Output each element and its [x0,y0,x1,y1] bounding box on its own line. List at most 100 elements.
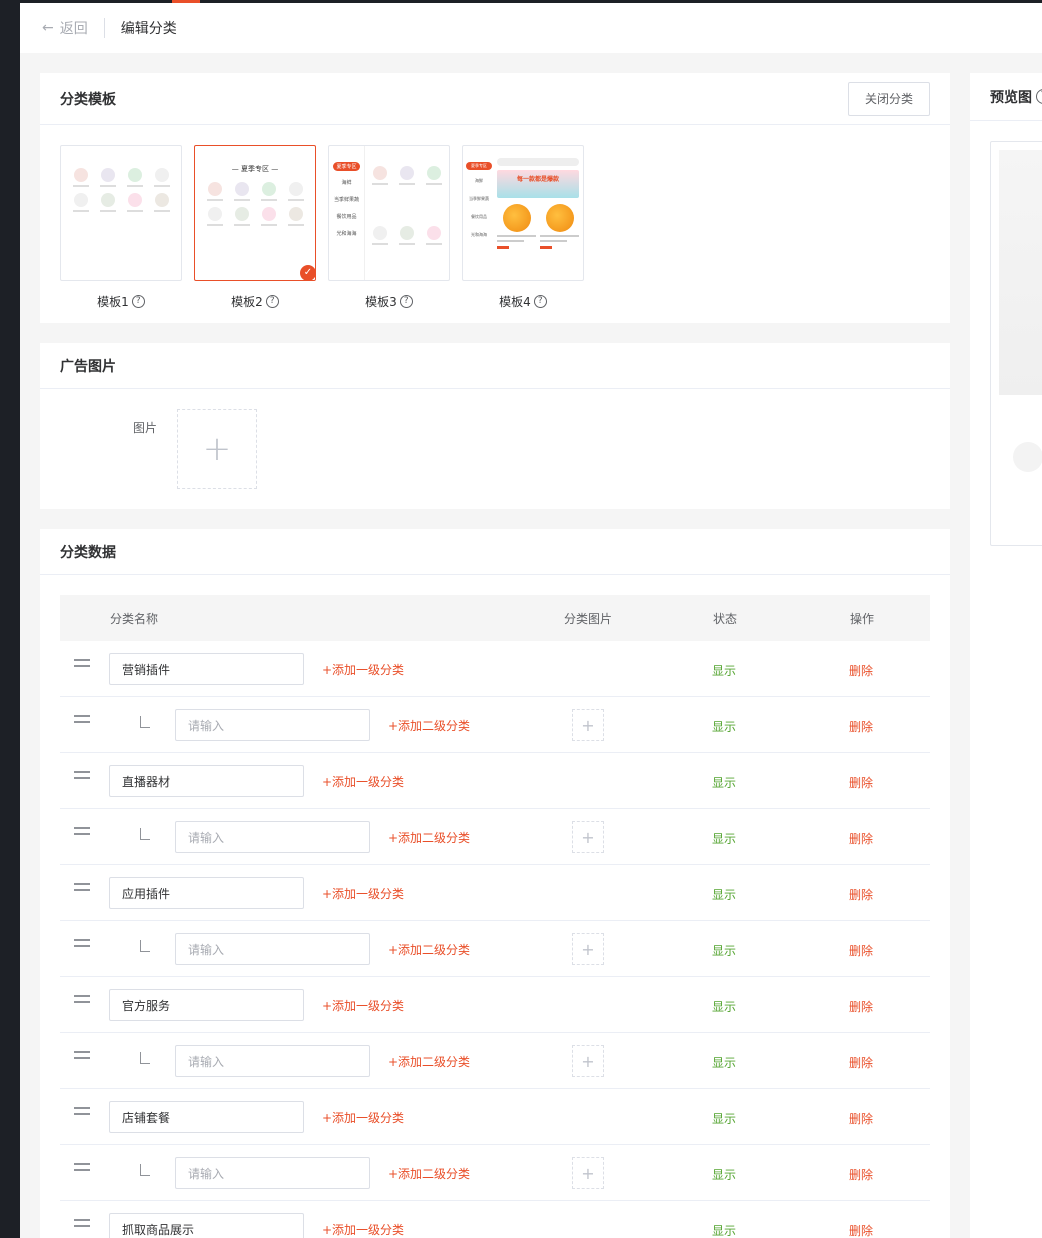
subcategory-corner-icon [140,940,150,952]
status-toggle[interactable]: 显示 [712,774,736,791]
delete-link[interactable]: 删除 [849,1166,873,1183]
subcategory-corner-icon [140,1052,150,1064]
template-option-4[interactable]: 夏季专区 海鲜 当季鲜果蔬 餐饮用品 光和海海 每一款都是爆款 模板4 ? [462,145,584,323]
status-toggle[interactable]: 显示 [712,662,736,679]
template-label-3: 模板3 ? [328,293,450,310]
category-image-upload[interactable]: + [572,1157,604,1189]
status-toggle[interactable]: 显示 [712,1110,736,1127]
delete-link[interactable]: 删除 [849,998,873,1015]
drag-handle-icon[interactable] [74,659,90,671]
template-option-1[interactable]: 模板1 ? [60,145,182,323]
template-option-3[interactable]: 夏季专区 海鲜 当季鲜果蔬 餐饮用品 光和海海 模板3 ? [328,145,450,323]
status-toggle[interactable]: 显示 [712,942,736,959]
add-level1-link[interactable]: +添加一级分类 [322,885,404,902]
help-icon[interactable]: ? [1036,89,1042,104]
drag-handle-icon[interactable] [74,771,90,783]
drag-handle-icon[interactable] [74,939,90,951]
help-icon[interactable]: ? [265,295,279,308]
delete-link[interactable]: 删除 [849,830,873,847]
add-level1-link[interactable]: +添加一级分类 [322,661,404,678]
add-level1-link[interactable]: +添加一级分类 [322,773,404,790]
main-content: 分类模板 关闭分类 模板1 ? — 夏季专区 — ✓ 模板2 ? 夏季专区 海鲜… [40,73,950,1238]
status-toggle[interactable]: 显示 [712,1166,736,1183]
category-image-upload[interactable]: + [572,821,604,853]
help-icon[interactable]: ? [131,295,145,308]
drag-handle-icon[interactable] [74,1107,90,1119]
plus-icon: + [202,429,232,469]
category-row-level2: 请输入 +添加二级分类 + 显示 删除 [60,1033,930,1089]
help-icon[interactable]: ? [533,295,547,308]
delete-link[interactable]: 删除 [849,886,873,903]
status-toggle[interactable]: 显示 [712,1222,736,1238]
orange-image [502,204,531,232]
back-label: 返回 [59,21,88,37]
drag-handle-icon[interactable] [74,1051,90,1063]
data-card-title: 分类数据 [60,544,116,561]
drag-handle-icon[interactable] [74,827,90,839]
delete-link[interactable]: 删除 [849,1054,873,1071]
add-level2-link[interactable]: +添加二级分类 [388,941,470,958]
template-list: 模板1 ? — 夏季专区 — ✓ 模板2 ? 夏季专区 海鲜 当季鲜果蔬 餐饮用… [40,125,950,323]
drag-handle-icon[interactable] [74,715,90,727]
category-name-input[interactable]: 抓取商品展示 [109,1213,304,1238]
add-level2-link[interactable]: +添加二级分类 [388,1053,470,1070]
category-image-upload[interactable]: + [572,1045,604,1077]
status-toggle[interactable]: 显示 [712,998,736,1015]
status-toggle[interactable]: 显示 [712,718,736,735]
add-level2-link[interactable]: +添加二级分类 [388,1165,470,1182]
category-name-input[interactable]: 应用插件 [109,877,304,909]
category-row-level1: 官方服务 +添加一级分类 显示 删除 [60,977,930,1033]
category-name-input[interactable]: 营销插件 [109,653,304,685]
delete-link[interactable]: 删除 [849,942,873,959]
template-label-1: 模板1 ? [60,293,182,310]
delete-link[interactable]: 删除 [849,718,873,735]
close-category-button[interactable]: 关闭分类 [848,81,930,116]
drag-handle-icon[interactable] [74,1163,90,1175]
template4-sidebar: 夏季专区 海鲜 当季鲜果蔬 餐饮用品 光和海海 [463,146,495,280]
add-level1-link[interactable]: +添加一级分类 [322,997,404,1014]
category-row-level1: 抓取商品展示 +添加一级分类 显示 删除 [60,1201,930,1238]
arrow-left-icon: ← [42,20,54,36]
help-icon[interactable]: ? [399,295,413,308]
preview-title: 预览图 [990,89,1032,106]
template-label-4: 模板4 ? [462,293,584,310]
subcategory-name-input[interactable]: 请输入 [175,821,370,853]
status-toggle[interactable]: 显示 [712,830,736,847]
template-option-2[interactable]: — 夏季专区 — ✓ 模板2 ? [194,145,316,323]
category-name-input[interactable]: 店铺套餐 [109,1101,304,1133]
drag-handle-icon[interactable] [74,995,90,1007]
template-thumbnail-4[interactable]: 夏季专区 海鲜 当季鲜果蔬 餐饮用品 光和海海 每一款都是爆款 [462,145,584,281]
template-thumbnail-1[interactable] [60,145,182,281]
subcategory-name-input[interactable]: 请输入 [175,1045,370,1077]
category-image-upload[interactable]: + [572,709,604,741]
plus-icon: + [581,1051,595,1071]
template-thumbnail-3[interactable]: 夏季专区 海鲜 当季鲜果蔬 餐饮用品 光和海海 [328,145,450,281]
category-name-input[interactable]: 官方服务 [109,989,304,1021]
add-level1-link[interactable]: +添加一级分类 [322,1221,404,1238]
back-button[interactable]: ← 返回 [42,18,88,38]
status-toggle[interactable]: 显示 [712,886,736,903]
delete-link[interactable]: 删除 [849,1222,873,1238]
delete-link[interactable]: 删除 [849,662,873,679]
subcategory-name-input[interactable]: 请输入 [175,1157,370,1189]
category-name-input[interactable]: 直播器材 [109,765,304,797]
add-level2-link[interactable]: +添加二级分类 [388,829,470,846]
template4-banner: 每一款都是爆款 [497,170,579,198]
image-upload-button[interactable]: + [177,409,257,489]
subcategory-corner-icon [140,1164,150,1176]
drag-handle-icon[interactable] [74,1219,90,1231]
delete-link[interactable]: 删除 [849,1110,873,1127]
category-image-upload[interactable]: + [572,933,604,965]
add-level1-link[interactable]: +添加一级分类 [322,1109,404,1126]
category-row-level2: 请输入 +添加二级分类 + 显示 删除 [60,809,930,865]
subcategory-name-input[interactable]: 请输入 [175,933,370,965]
add-level2-link[interactable]: +添加二级分类 [388,717,470,734]
category-row-level1: 店铺套餐 +添加一级分类 显示 删除 [60,1089,930,1145]
status-toggle[interactable]: 显示 [712,1054,736,1071]
drag-handle-icon[interactable] [74,883,90,895]
preview-frame [990,141,1042,546]
template-thumbnail-2[interactable]: — 夏季专区 — ✓ [194,145,316,281]
header-divider [103,18,105,38]
subcategory-name-input[interactable]: 请输入 [175,709,370,741]
delete-link[interactable]: 删除 [849,774,873,791]
